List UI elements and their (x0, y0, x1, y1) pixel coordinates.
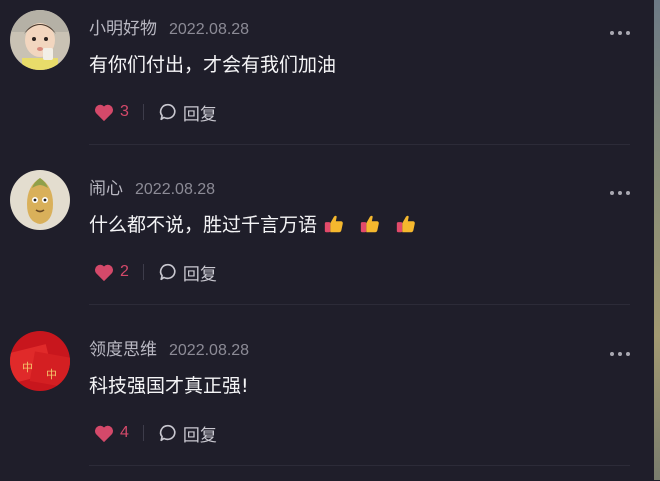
svg-text:中: 中 (22, 361, 33, 374)
comment-text: 什么都不说，胜过千言万语 (89, 210, 431, 237)
cartoon-corn-avatar (10, 170, 70, 230)
action-separator (142, 425, 144, 441)
username[interactable]: 闹心 (89, 174, 123, 199)
avatar[interactable] (10, 10, 70, 70)
comment-bubble-icon (159, 103, 176, 121)
thumbs-up-icon (359, 213, 381, 235)
action-separator (142, 264, 144, 280)
comment-text: 科技强国才真正强! (89, 371, 249, 398)
reply-button[interactable]: 回复 (158, 421, 217, 446)
heart-icon (94, 104, 114, 122)
comment-item: 闹心 2022.08.28 什么都不说，胜过千言万语 2 回复 (0, 160, 654, 320)
like-count: 3 (120, 103, 129, 120)
child-photo-avatar (10, 10, 70, 70)
reply-label: 回复 (182, 425, 217, 446)
reply-button[interactable]: 回复 (158, 100, 217, 125)
comment-item: 中 中 领度思维 2022.08.28 科技强国才真正强! 4 回复 (0, 321, 654, 481)
username[interactable]: 小明好物 (89, 14, 157, 39)
emoji-group (323, 213, 431, 235)
comment-item: 小明好物 2022.08.28 有你们付出，才会有我们加油 3 回复 (0, 0, 654, 160)
more-options-icon[interactable] (610, 190, 630, 196)
like-button[interactable]: 2 (93, 262, 129, 282)
svg-text:中: 中 (46, 368, 57, 381)
divider (89, 144, 630, 145)
thumbs-up-icon (323, 213, 345, 235)
right-edge-strip (654, 0, 660, 480)
reply-label: 回复 (182, 104, 217, 125)
comment-actions: 4 回复 (93, 421, 217, 446)
comment-actions: 2 回复 (93, 260, 217, 285)
like-button[interactable]: 4 (93, 423, 129, 443)
avatar[interactable] (10, 170, 70, 230)
comment-text-content: 科技强国才真正强! (89, 375, 249, 397)
divider (89, 304, 630, 305)
comment-date: 2022.08.28 (169, 342, 250, 359)
more-options-icon[interactable] (610, 351, 630, 357)
heart-icon (94, 425, 114, 443)
thumbs-up-icon (395, 213, 417, 235)
username[interactable]: 领度思维 (89, 335, 157, 360)
comment-actions: 3 回复 (93, 100, 217, 125)
divider (89, 465, 630, 466)
reply-button[interactable]: 回复 (158, 260, 217, 285)
comment-date: 2022.08.28 (169, 21, 250, 38)
heart-icon (94, 264, 114, 282)
like-count: 4 (120, 424, 129, 441)
comment-text-content: 什么都不说，胜过千言万语 (89, 214, 318, 236)
comment-bubble-icon (159, 424, 176, 442)
action-separator (142, 104, 144, 120)
avatar[interactable]: 中 中 (10, 331, 70, 391)
comment-date: 2022.08.28 (135, 181, 216, 198)
more-options-icon[interactable] (610, 30, 630, 36)
comment-bubble-icon (159, 263, 176, 281)
comment-text: 有你们付出，才会有我们加油 (89, 50, 336, 77)
comment-text-content: 有你们付出，才会有我们加油 (89, 54, 337, 76)
reply-label: 回复 (182, 264, 217, 285)
like-button[interactable]: 3 (93, 102, 129, 122)
red-envelope-avatar: 中 中 (10, 331, 70, 391)
like-count: 2 (120, 263, 129, 280)
